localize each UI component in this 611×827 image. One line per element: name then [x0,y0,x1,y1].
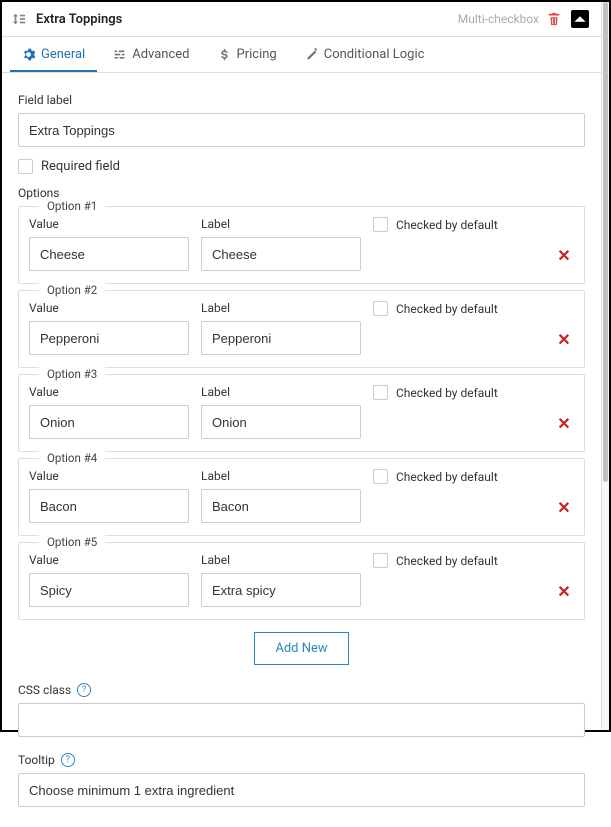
collapse-toggle[interactable] [571,10,589,28]
tab-label: General [41,47,85,62]
option-checked-default-row[interactable]: Checked by default [373,385,542,400]
tab-label: Pricing [237,47,277,62]
option-value-label: Value [29,217,189,231]
trash-icon[interactable] [547,12,563,26]
option-delete-icon[interactable]: ✕ [554,246,574,265]
option-label-label: Label [201,553,361,567]
option-checked-default-label: Checked by default [396,302,498,316]
required-field-checkbox[interactable] [18,159,33,174]
option-label-input[interactable] [201,573,361,607]
option-value-input[interactable] [29,321,189,355]
help-icon[interactable]: ? [61,753,75,767]
option-checked-default-row[interactable]: Checked by default [373,469,542,484]
tooltip-input[interactable] [18,773,585,807]
editor-panel: Extra Toppings Multi-checkbox General Ad… [0,0,611,732]
tab-pricing[interactable]: Pricing [206,37,289,72]
option-block: Option #3ValueLabelChecked by default✕ [18,374,585,452]
option-block: Option #4ValueLabelChecked by default✕ [18,458,585,536]
scrollbar[interactable] [601,2,609,730]
drag-handle-icon[interactable] [12,12,28,26]
required-field-row[interactable]: Required field [18,159,585,174]
option-label-label: Label [201,385,361,399]
option-value-input[interactable] [29,573,189,607]
option-value-label: Value [29,469,189,483]
option-legend: Option #2 [39,283,105,297]
option-block: Option #2ValueLabelChecked by default✕ [18,290,585,368]
tab-conditional-logic[interactable]: Conditional Logic [293,37,437,72]
option-checked-default-checkbox[interactable] [373,553,388,568]
option-checked-default-checkbox[interactable] [373,469,388,484]
field-label-input[interactable] [18,113,585,147]
tab-bar: General Advanced Pricing Conditional Log… [2,37,601,73]
help-icon[interactable]: ? [77,683,91,697]
option-checked-default-label: Checked by default [396,386,498,400]
option-delete-icon[interactable]: ✕ [554,498,574,517]
option-checked-default-checkbox[interactable] [373,301,388,316]
option-block: Option #1ValueLabelChecked by default✕ [18,206,585,284]
css-class-caption: CSS class ? [18,683,585,697]
field-title: Extra Toppings [36,12,450,27]
option-checked-default-row[interactable]: Checked by default [373,553,542,568]
add-new-button[interactable]: Add New [254,632,348,665]
options-heading: Options [18,186,585,200]
field-header: Extra Toppings Multi-checkbox [2,2,601,37]
tab-body-general: Field label Required field Options Optio… [2,73,601,827]
option-legend: Option #4 [39,451,105,465]
option-checked-default-row[interactable]: Checked by default [373,217,542,232]
option-value-input[interactable] [29,489,189,523]
option-legend: Option #5 [39,535,105,549]
option-legend: Option #3 [39,367,105,381]
option-label-input[interactable] [201,321,361,355]
option-legend: Option #1 [39,199,105,213]
option-checked-default-label: Checked by default [396,554,498,568]
tab-advanced[interactable]: Advanced [101,37,201,72]
field-type-label: Multi-checkbox [458,12,539,26]
tooltip-caption: Tooltip ? [18,753,585,767]
option-delete-icon[interactable]: ✕ [554,330,574,349]
option-checked-default-checkbox[interactable] [373,385,388,400]
option-label-input[interactable] [201,489,361,523]
option-label-label: Label [201,469,361,483]
option-value-label: Value [29,385,189,399]
option-delete-icon[interactable]: ✕ [554,414,574,433]
tab-label: Conditional Logic [324,47,425,62]
option-value-label: Value [29,301,189,315]
scrollbar-thumb[interactable] [603,2,608,482]
option-checked-default-label: Checked by default [396,470,498,484]
tab-label: Advanced [132,47,189,62]
option-delete-icon[interactable]: ✕ [554,582,574,601]
option-label-label: Label [201,301,361,315]
field-label-caption: Field label [18,93,585,107]
option-value-input[interactable] [29,237,189,271]
option-label-label: Label [201,217,361,231]
option-value-label: Value [29,553,189,567]
option-checked-default-checkbox[interactable] [373,217,388,232]
option-label-input[interactable] [201,405,361,439]
option-checked-default-row[interactable]: Checked by default [373,301,542,316]
option-block: Option #5ValueLabelChecked by default✕ [18,542,585,620]
options-list: Option #1ValueLabelChecked by default✕Op… [18,206,585,620]
option-checked-default-label: Checked by default [396,218,498,232]
required-field-label: Required field [41,159,120,174]
option-value-input[interactable] [29,405,189,439]
tab-general[interactable]: General [10,37,97,72]
option-label-input[interactable] [201,237,361,271]
